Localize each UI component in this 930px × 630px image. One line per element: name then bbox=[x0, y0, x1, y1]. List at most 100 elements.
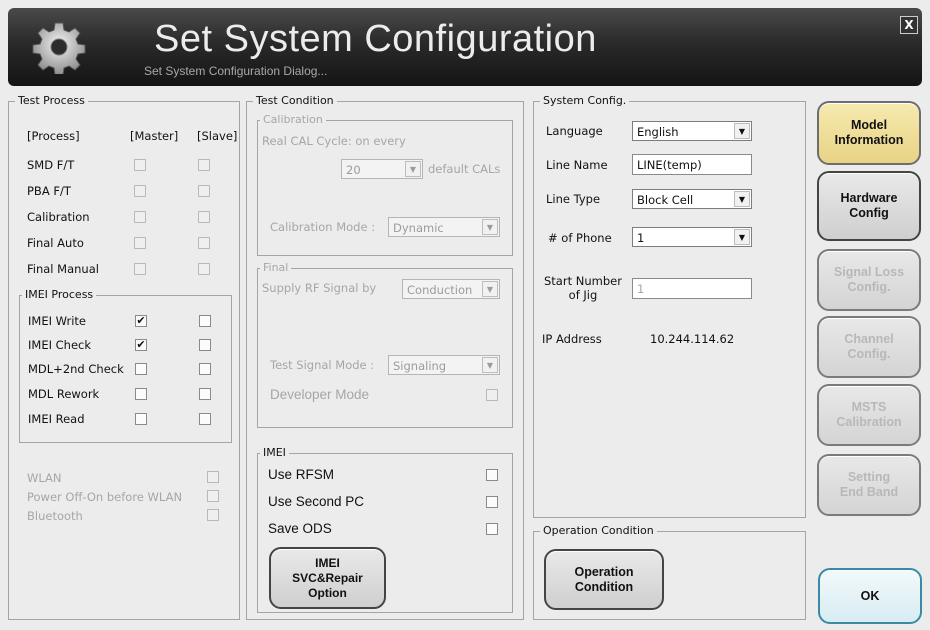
imei-svc-repair-option-button[interactable]: IMEI SVC&Repair Option bbox=[269, 547, 386, 609]
imei-process-label: IMEI Read bbox=[28, 412, 85, 426]
supply-rf-select[interactable]: Conduction ▼ bbox=[402, 279, 500, 299]
master-checkbox[interactable] bbox=[134, 237, 146, 249]
language-select[interactable]: English ▼ bbox=[632, 121, 752, 141]
channel-config-button[interactable]: Channel Config. bbox=[817, 316, 921, 378]
bluetooth-label: Bluetooth bbox=[27, 509, 83, 523]
imei-process-label: IMEI Check bbox=[28, 338, 92, 352]
close-button[interactable]: X bbox=[900, 16, 918, 34]
line-type-label: Line Type bbox=[546, 192, 601, 206]
slave-checkbox[interactable] bbox=[198, 263, 210, 275]
master-checkbox[interactable]: ✔ bbox=[135, 339, 147, 351]
master-checkbox[interactable] bbox=[134, 263, 146, 275]
ip-address-label: IP Address bbox=[542, 332, 602, 346]
column-header-process: [Process] bbox=[27, 129, 80, 143]
use-rfsm-checkbox[interactable] bbox=[486, 469, 498, 481]
process-label: SMD F/T bbox=[27, 158, 75, 172]
wlan-label: WLAN bbox=[27, 471, 62, 485]
developer-mode-checkbox[interactable] bbox=[486, 389, 498, 401]
final-legend: Final bbox=[260, 261, 292, 274]
setting-end-band-button[interactable]: Setting End Band bbox=[817, 454, 921, 516]
slave-checkbox[interactable] bbox=[198, 237, 210, 249]
wlan-checkbox[interactable] bbox=[207, 471, 219, 483]
system-config-group: System Config. Language English ▼ Line N… bbox=[533, 94, 806, 518]
chevron-down-icon: ▼ bbox=[482, 357, 498, 373]
line-type-select[interactable]: Block Cell ▼ bbox=[632, 189, 752, 209]
model-information-button[interactable]: Model Information bbox=[817, 101, 921, 165]
slave-checkbox[interactable] bbox=[198, 185, 210, 197]
slave-checkbox[interactable] bbox=[199, 413, 211, 425]
imei-legend: IMEI bbox=[260, 446, 289, 459]
language-value: English bbox=[637, 125, 679, 139]
phone-count-value: 1 bbox=[637, 231, 645, 245]
chevron-down-icon: ▼ bbox=[734, 123, 750, 139]
test-signal-mode-select[interactable]: Signaling ▼ bbox=[388, 355, 500, 375]
gear-icon bbox=[32, 22, 86, 74]
use-second-pc-label: Use Second PC bbox=[268, 494, 365, 509]
operation-condition-group: Operation Condition Operation Condition bbox=[533, 524, 806, 620]
line-name-label: Line Name bbox=[546, 158, 608, 172]
line-name-input[interactable]: LINE(temp) bbox=[632, 154, 752, 175]
dialog-title: Set System Configuration bbox=[154, 18, 597, 60]
chevron-down-icon: ▼ bbox=[482, 219, 498, 235]
imei-group: IMEI Use RFSM Use Second PC Save ODS IME… bbox=[257, 446, 513, 613]
signal-loss-config-button[interactable]: Signal Loss Config. bbox=[817, 249, 921, 311]
cal-cycle-value: 20 bbox=[346, 163, 361, 177]
operation-condition-legend: Operation Condition bbox=[540, 524, 657, 537]
master-checkbox[interactable] bbox=[135, 413, 147, 425]
hardware-config-button[interactable]: Hardware Config bbox=[817, 171, 921, 241]
use-second-pc-checkbox[interactable] bbox=[486, 496, 498, 508]
slave-checkbox[interactable] bbox=[199, 339, 211, 351]
imei-process-group: IMEI Process IMEI Write ✔ IMEI Check ✔ M… bbox=[19, 288, 232, 443]
system-config-legend: System Config. bbox=[540, 94, 630, 107]
dialog-header: Set System Configuration Set System Conf… bbox=[8, 8, 922, 86]
bluetooth-checkbox[interactable] bbox=[207, 509, 219, 521]
master-checkbox[interactable] bbox=[134, 159, 146, 171]
test-signal-mode-label: Test Signal Mode : bbox=[270, 358, 375, 372]
chevron-down-icon: ▼ bbox=[734, 229, 750, 245]
master-checkbox[interactable] bbox=[135, 388, 147, 400]
slave-checkbox[interactable] bbox=[199, 388, 211, 400]
calibration-mode-value: Dynamic bbox=[393, 221, 444, 235]
slave-checkbox[interactable] bbox=[199, 363, 211, 375]
chevron-down-icon: ▼ bbox=[482, 281, 498, 297]
slave-checkbox[interactable] bbox=[199, 315, 211, 327]
master-checkbox[interactable] bbox=[134, 211, 146, 223]
slave-checkbox[interactable] bbox=[198, 159, 210, 171]
process-label: Final Manual bbox=[27, 262, 99, 276]
master-checkbox[interactable] bbox=[134, 185, 146, 197]
column-header-slave: [Slave] bbox=[197, 129, 238, 143]
save-ods-checkbox[interactable] bbox=[486, 523, 498, 535]
power-off-on-checkbox[interactable] bbox=[207, 490, 219, 502]
cal-cycle-label: Real CAL Cycle: on every bbox=[262, 134, 406, 148]
start-jig-label: Start Number of Jig bbox=[544, 274, 622, 302]
operation-condition-button[interactable]: Operation Condition bbox=[544, 549, 664, 610]
language-label: Language bbox=[546, 124, 603, 138]
imei-process-label: MDL Rework bbox=[28, 387, 100, 401]
master-checkbox[interactable]: ✔ bbox=[135, 315, 147, 327]
power-off-on-label: Power Off-On before WLAN bbox=[27, 490, 183, 504]
ok-button[interactable]: OK bbox=[818, 568, 922, 624]
calibration-mode-label: Calibration Mode : bbox=[270, 220, 376, 234]
chevron-down-icon: ▼ bbox=[734, 191, 750, 207]
test-process-group: Test Process [Process] [Master] [Slave] … bbox=[8, 94, 240, 620]
msts-calibration-button[interactable]: MSTS Calibration bbox=[817, 384, 921, 446]
process-label: Calibration bbox=[27, 210, 90, 224]
final-group: Final Supply RF Signal by Conduction ▼ T… bbox=[257, 261, 513, 428]
ip-address-value: 10.244.114.62 bbox=[650, 332, 735, 346]
master-checkbox[interactable] bbox=[135, 363, 147, 375]
save-ods-label: Save ODS bbox=[268, 521, 332, 536]
line-type-value: Block Cell bbox=[637, 193, 694, 207]
supply-rf-label: Supply RF Signal by bbox=[262, 281, 377, 295]
phone-count-select[interactable]: 1 ▼ bbox=[632, 227, 752, 247]
developer-mode-label: Developer Mode bbox=[270, 387, 370, 402]
process-label: PBA F/T bbox=[27, 184, 71, 198]
slave-checkbox[interactable] bbox=[198, 211, 210, 223]
dialog-subtitle: Set System Configuration Dialog... bbox=[144, 64, 328, 78]
chevron-down-icon: ▼ bbox=[405, 161, 421, 177]
imei-process-label: MDL+2nd Check bbox=[28, 362, 124, 376]
phone-count-label: # of Phone bbox=[548, 231, 612, 245]
test-process-legend: Test Process bbox=[15, 94, 88, 107]
cal-cycle-select[interactable]: 20 ▼ bbox=[341, 159, 423, 179]
calibration-mode-select[interactable]: Dynamic ▼ bbox=[388, 217, 500, 237]
start-jig-input[interactable]: 1 bbox=[632, 278, 752, 299]
